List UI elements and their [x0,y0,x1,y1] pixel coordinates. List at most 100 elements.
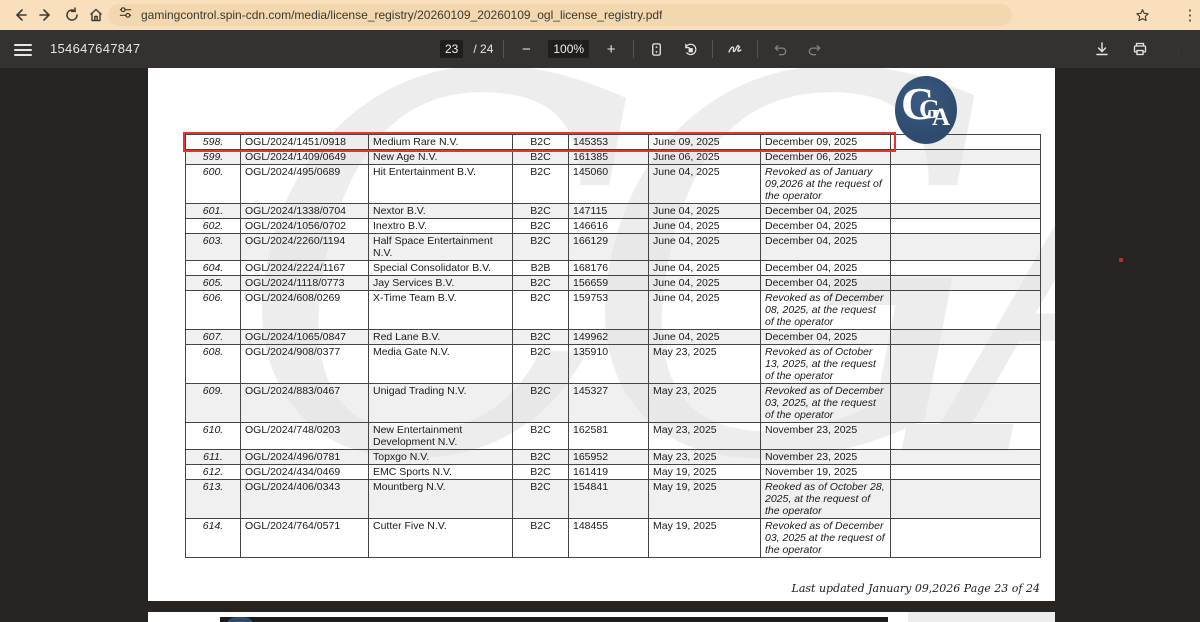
cell-end: December 04, 2025 [761,261,891,276]
cell-end: December 04, 2025 [761,219,891,234]
cell-num: 609. [186,384,241,423]
toolbar-divider [712,40,713,58]
pdf-menu-icon[interactable] [14,41,32,55]
cell-name: Nextor B.V. [369,204,513,219]
site-info-icon[interactable] [118,5,133,25]
cell-account: 145060 [569,165,649,204]
cell-type: B2C [513,234,569,261]
cell-account: 166129 [569,234,649,261]
cell-license: OGL/2024/1065/0847 [241,330,369,345]
table-row: 603.OGL/2024/2260/1194Half Space Enterta… [186,234,1041,261]
table-row: 607.OGL/2024/1065/0847Red Lane B.V.B2C14… [186,330,1041,345]
cell-num: 601. [186,204,241,219]
cell-license: OGL/2024/434/0469 [241,465,369,480]
cell-empty [891,330,1041,345]
cell-start: May 23, 2025 [649,345,761,384]
cell-license: OGL/2024/2224/1167 [241,261,369,276]
cell-end: Revoked as of December 03, 2025 at the r… [761,519,891,558]
url-text[interactable]: gamingcontrol.spin-cdn.com/media/license… [141,8,662,22]
next-page-preview [148,612,1055,622]
cell-type: B2C [513,423,569,450]
cell-license: OGL/2024/2260/1194 [241,234,369,261]
cell-empty [891,204,1041,219]
table-row: 601.OGL/2024/1338/0704Nextor B.V.B2C1471… [186,204,1041,219]
fit-page-icon[interactable] [644,37,668,61]
cell-account: 135910 [569,345,649,384]
cell-num: 610. [186,423,241,450]
cell-start: June 04, 2025 [649,261,761,276]
page-number-input[interactable]: 23 [440,40,463,58]
zoom-out-button[interactable]: − [514,37,538,61]
home-icon[interactable] [84,3,108,27]
cell-license: OGL/2024/496/0781 [241,450,369,465]
bookmark-star-icon[interactable] [1130,3,1154,27]
annotate-pen-icon[interactable] [723,37,747,61]
print-icon[interactable] [1128,37,1152,61]
cell-empty [891,291,1041,330]
table-row: 609.OGL/2024/883/0467Unigad Trading N.V.… [186,384,1041,423]
highlight-annotation [183,132,896,152]
cell-name: Special Consolidator B.V. [369,261,513,276]
browser-toolbar: gamingcontrol.spin-cdn.com/media/license… [0,0,1200,30]
zoom-in-button[interactable]: + [599,37,623,61]
license-registry-table: 598.OGL/2024/1451/0918Medium Rare N.V.B2… [185,134,1041,558]
cell-name: New Entertainment Development N.V. [369,423,513,450]
cell-license: OGL/2024/1056/0702 [241,219,369,234]
cell-end: Revoked as of October 13, 2025, at the r… [761,345,891,384]
rotate-icon[interactable] [678,37,702,61]
zoom-level-value[interactable]: 100% [548,40,589,58]
pdf-more-icon[interactable]: ⋮ [1166,37,1190,61]
toolbar-divider [503,40,504,58]
cell-name: Media Gate N.V. [369,345,513,384]
cell-num: 604. [186,261,241,276]
page-total-label: / 24 [473,42,493,56]
redo-icon[interactable] [802,37,826,61]
table-row: 606.OGL/2024/608/0269X-Time Team B.V.B2C… [186,291,1041,330]
table-row: 614.OGL/2024/764/0571Cutter Five N.V.B2C… [186,519,1041,558]
cell-account: 145327 [569,384,649,423]
cell-account: 168176 [569,261,649,276]
cell-name: Mountberg N.V. [369,480,513,519]
toolbar-divider [633,40,634,58]
cell-end: Reoked as of October 28, 2025, at the re… [761,480,891,519]
reload-icon[interactable] [60,3,84,27]
cell-end: November 19, 2025 [761,465,891,480]
cell-type: B2C [513,204,569,219]
cell-start: May 19, 2025 [649,465,761,480]
table-row: 600.OGL/2024/495/0689Hit Entertainment B… [186,165,1041,204]
browser-menu-icon[interactable]: ⋮ [1178,3,1200,27]
cell-empty [891,450,1041,465]
cell-account: 147115 [569,204,649,219]
pdf-viewer[interactable]: CGA C G A 598.OGL/2024/1451/0918Medium R… [0,68,1200,622]
cell-num: 606. [186,291,241,330]
cell-name: Topxgo N.V. [369,450,513,465]
cell-start: May 19, 2025 [649,519,761,558]
cell-license: OGL/2024/1118/0773 [241,276,369,291]
address-bar[interactable]: gamingcontrol.spin-cdn.com/media/license… [108,4,1012,26]
cell-account: 165952 [569,450,649,465]
forward-icon[interactable] [34,3,58,27]
undo-icon[interactable] [768,37,792,61]
cell-end: November 23, 2025 [761,423,891,450]
cell-type: B2B [513,261,569,276]
cell-account: 156659 [569,276,649,291]
cell-empty [891,465,1041,480]
cell-license: OGL/2024/883/0467 [241,384,369,423]
cell-name: Red Lane B.V. [369,330,513,345]
cell-num: 602. [186,219,241,234]
cell-num: 605. [186,276,241,291]
cell-end: November 23, 2025 [761,450,891,465]
cell-license: OGL/2024/764/0571 [241,519,369,558]
cell-start: June 04, 2025 [649,165,761,204]
cell-end: December 04, 2025 [761,204,891,219]
cell-num: 607. [186,330,241,345]
table-row: 608.OGL/2024/908/0377Media Gate N.V.B2C1… [186,345,1041,384]
cell-account: 148455 [569,519,649,558]
download-icon[interactable] [1090,37,1114,61]
table-row: 605.OGL/2024/1118/0773Jay Services B.V.B… [186,276,1041,291]
cell-empty [891,261,1041,276]
cell-num: 611. [186,450,241,465]
cell-start: June 04, 2025 [649,291,761,330]
cell-type: B2C [513,465,569,480]
back-icon[interactable] [8,3,32,27]
